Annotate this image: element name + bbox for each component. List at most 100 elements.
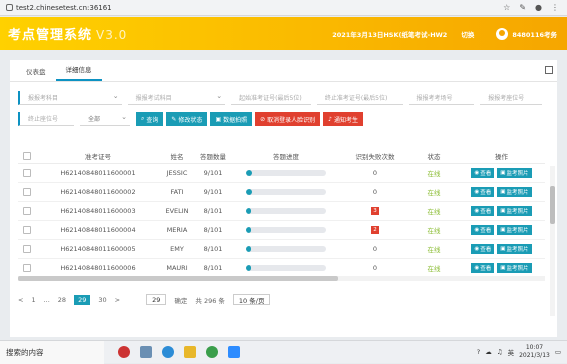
window-icon[interactable] — [140, 346, 152, 358]
answer-count: 8/101 — [203, 264, 223, 272]
browser-bar: test2.chinesetest.cn:36161 ☆ ✎ ● ⋮ — [0, 0, 567, 16]
tab-dashboard[interactable]: 仪表盘 — [16, 66, 56, 81]
proctor-photo-button[interactable]: ▣ 监考照片 — [497, 263, 532, 273]
progress-bar — [246, 265, 326, 271]
room-input[interactable]: 报报考考场号 — [408, 91, 475, 105]
menu-icon[interactable]: ⋮ — [551, 3, 559, 12]
status-badge: 在线 — [427, 227, 441, 235]
prev-page[interactable]: < — [18, 296, 23, 304]
eye-icon: ◉ — [474, 208, 480, 214]
view-button[interactable]: ◉ 查看 — [471, 225, 495, 235]
search-button[interactable]: ⌕ 查询 — [136, 112, 164, 126]
image-icon: ▣ — [500, 170, 506, 176]
page-30[interactable]: 30 — [98, 296, 106, 304]
fullscreen-icon[interactable] — [545, 66, 553, 74]
chrome-icon[interactable] — [206, 346, 218, 358]
notification-icon[interactable]: ▭ — [555, 348, 561, 356]
photo-button[interactable]: ▣ 数据拍照 — [210, 112, 253, 126]
proctor-photo-button[interactable]: ▣ 监考照片 — [497, 168, 532, 178]
proctor-photo-button[interactable]: ▣ 监考照片 — [497, 206, 532, 216]
clock[interactable]: 10:07 2021/3/13 — [519, 344, 550, 360]
help-icon[interactable]: ? — [477, 348, 480, 356]
eye-icon: ◉ — [474, 246, 480, 252]
subject-select[interactable]: 报报考科目 — [18, 91, 122, 105]
view-button[interactable]: ◉ 查看 — [471, 168, 495, 178]
zoom-icon[interactable] — [228, 346, 240, 358]
candidate-name: EMY — [170, 245, 184, 253]
row-checkbox[interactable] — [23, 264, 31, 272]
proctor-photo-button[interactable]: ▣ 监考照片 — [497, 225, 532, 235]
eye-icon: ◉ — [474, 227, 480, 233]
candidate-name: JESSIC — [166, 169, 188, 177]
tab-details[interactable]: 详细信息 — [55, 64, 102, 81]
page-current[interactable]: 29 — [74, 294, 91, 305]
page-28[interactable]: 28 — [58, 296, 66, 304]
fail-count: 2 — [371, 226, 379, 234]
progress-bar — [246, 246, 326, 252]
table-header: 准考证号 姓名 答题数量 答题进度 识别失败次数 状态 操作 — [18, 148, 545, 164]
view-button[interactable]: ◉ 查看 — [471, 244, 495, 254]
row-checkbox[interactable] — [23, 188, 31, 196]
next-page[interactable]: > — [115, 296, 120, 304]
volume-icon[interactable]: ♫ — [497, 348, 503, 356]
lock-icon — [6, 4, 13, 11]
answer-count: 9/101 — [203, 188, 223, 196]
progress-bar — [246, 170, 326, 176]
switch-button[interactable]: 切换 — [461, 29, 474, 39]
exam-info: 2021年3月13日HSK(纸笔考试-HW2 — [332, 30, 448, 39]
page-1[interactable]: 1 — [31, 296, 35, 304]
edge-icon[interactable] — [162, 346, 174, 358]
fail-count: 0 — [372, 245, 378, 253]
network-icon[interactable]: ☁ — [485, 348, 492, 356]
table-row: H62140848011600003 EVELIN 8/101 3 在线 ◉ 查看 ▣ 监考照片 — [18, 202, 545, 221]
folder-icon[interactable] — [184, 346, 196, 358]
app-icon[interactable] — [118, 346, 130, 358]
view-button[interactable]: ◉ 查看 — [471, 206, 495, 216]
start-id-input[interactable]: 起始准考证号(最后5位) — [231, 91, 311, 105]
notify-button[interactable]: ♪ 通知考生 — [323, 112, 364, 126]
horizontal-scrollbar[interactable] — [18, 276, 545, 281]
seat-input[interactable]: 报报考座位号 — [480, 91, 542, 105]
exam-subject-select[interactable]: 报报考试科目 — [127, 91, 226, 105]
camera-icon: ▣ — [215, 115, 222, 123]
row-checkbox[interactable] — [23, 245, 31, 253]
image-icon: ▣ — [500, 208, 506, 214]
user-menu[interactable]: 8480116考务 — [512, 29, 557, 39]
row-checkbox[interactable] — [23, 226, 31, 234]
answer-count: 8/101 — [203, 245, 223, 253]
end-id-input[interactable]: 终止准考证号(最后5位) — [316, 91, 403, 105]
candidate-name: MAURI — [166, 264, 188, 272]
status-select[interactable]: 全部 — [80, 112, 130, 126]
star-icon[interactable]: ☆ — [503, 3, 510, 12]
image-icon: ▣ — [500, 189, 506, 195]
avatar[interactable] — [496, 27, 509, 40]
proctor-photo-button[interactable]: ▣ 监考照片 — [497, 244, 532, 254]
answer-count: 9/101 — [203, 169, 223, 177]
extension-icon[interactable]: ✎ — [519, 3, 526, 12]
candidate-id: H62140848011600002 — [60, 188, 136, 196]
eye-icon: ◉ — [474, 265, 480, 271]
total-count: 共 296 条 — [195, 296, 225, 305]
progress-bar — [246, 227, 326, 233]
status-badge: 在线 — [427, 246, 441, 254]
page-ellipsis[interactable]: ... — [44, 296, 50, 304]
taskbar-search[interactable]: 搜索的内容 — [0, 340, 104, 364]
page-size-select[interactable]: 10 条/页 — [232, 294, 271, 305]
row-checkbox[interactable] — [23, 207, 31, 215]
profile-icon[interactable]: ● — [535, 3, 542, 12]
view-button[interactable]: ◉ 查看 — [471, 263, 495, 273]
end-seat-input[interactable]: 终止座位号 — [18, 112, 74, 126]
address-bar[interactable]: test2.chinesetest.cn:36161 — [6, 4, 112, 12]
ime-indicator[interactable]: 英 — [508, 347, 515, 357]
answer-count: 8/101 — [203, 226, 223, 234]
row-checkbox[interactable] — [23, 169, 31, 177]
view-button[interactable]: ◉ 查看 — [471, 187, 495, 197]
proctor-photo-button[interactable]: ▣ 监考照片 — [497, 187, 532, 197]
cancel-face-button[interactable]: ⊘ 取消登录人脸识别 — [255, 112, 321, 126]
edit-status-button[interactable]: ✎ 修改状态 — [166, 112, 208, 126]
vertical-scrollbar[interactable] — [550, 166, 555, 316]
select-all-checkbox[interactable] — [23, 151, 31, 160]
goto-button[interactable]: 确定 — [174, 295, 187, 305]
status-badge: 在线 — [427, 189, 441, 197]
goto-page-input[interactable]: 29 — [146, 294, 167, 305]
